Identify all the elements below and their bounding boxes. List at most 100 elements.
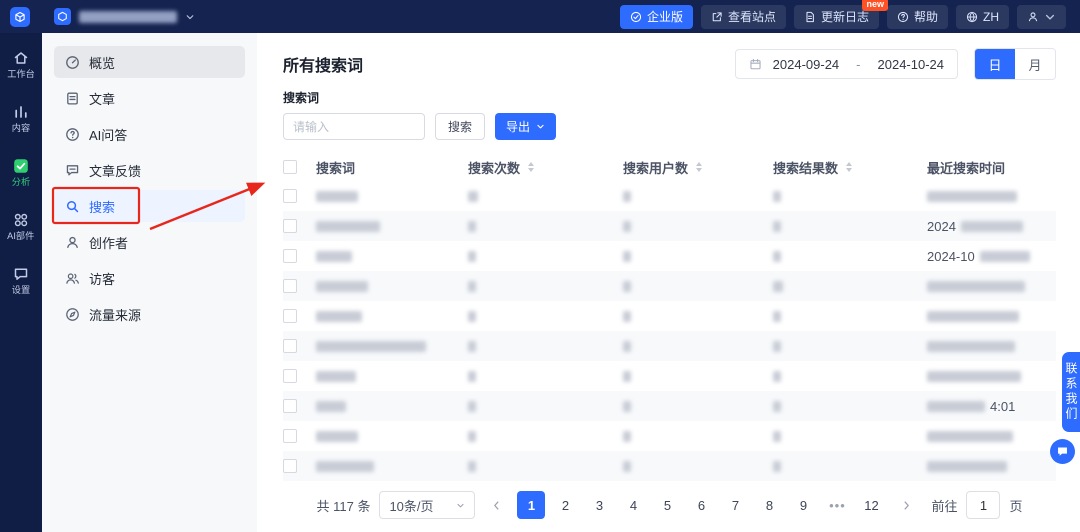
sidebar-item-search[interactable]: 搜索 [54,190,245,222]
help-label: 帮助 [913,10,938,24]
redacted-search-count [468,220,476,232]
row-checkbox[interactable] [283,399,297,413]
rail-item-analysis[interactable]: 分析 [0,151,42,195]
table-row [283,271,1056,301]
redacted-result-count [773,430,781,442]
next-page-button[interactable] [894,491,918,519]
redacted-result-count [773,310,781,322]
check-circle-icon [630,11,642,23]
prev-page-button[interactable] [484,491,508,519]
page-button-5[interactable]: 5 [653,491,681,519]
page-button-4[interactable]: 4 [619,491,647,519]
rail-item-workbench[interactable]: 工作台 [0,43,42,87]
date-start: 2024-09-24 [772,56,840,72]
rail-item-settings[interactable]: 设置 [0,259,42,303]
workspace-icon [54,8,71,25]
time-text: 2024-10 [927,248,975,264]
sidebar-item-article-feedback[interactable]: 文章反馈 [54,154,245,186]
search-users-cell [623,460,773,472]
sidebar-item-traffic-sources[interactable]: 流量来源 [54,298,245,330]
search-button[interactable]: 搜索 [435,113,486,140]
enterprise-version-button[interactable]: 企业版 [619,4,693,29]
search-term-cell [316,280,468,292]
page-button-8[interactable]: 8 [755,491,783,519]
rail-item-label: 设置 [11,285,31,296]
table-row [283,181,1056,211]
sort-icon[interactable] [696,162,703,172]
goto-page-input[interactable] [966,491,1001,519]
redacted-search-term [316,190,358,202]
sort-icon[interactable] [528,162,535,172]
search-count-cell [468,400,623,412]
search-count-cell [468,370,623,382]
sidebar-item-overview[interactable]: 概览 [54,46,245,78]
view-site-button[interactable]: 查看站点 [700,4,786,29]
language-button[interactable]: ZH [956,4,1009,29]
page-button-2[interactable]: 2 [551,491,579,519]
export-label: 导出 [506,120,531,134]
search-results-cell [773,280,927,292]
redacted-result-count [773,190,781,202]
page-button-1[interactable]: 1 [517,491,546,519]
select-all-checkbox[interactable] [283,160,297,174]
topbar-left [10,6,195,27]
row-checkbox-cell [283,309,316,323]
contact-widget: 联系我们 [1050,352,1080,464]
contact-us-button[interactable]: 联系我们 [1062,352,1080,432]
row-checkbox[interactable] [283,459,297,473]
search-term-input[interactable] [283,113,425,140]
page-size-select[interactable]: 10条/页 [379,491,476,519]
redacted-search-count [468,340,476,352]
sidebar-item-articles[interactable]: 文章 [54,82,245,114]
overview-icon [65,55,80,70]
redacted-search-count [468,250,476,262]
month-toggle-button[interactable]: 月 [1015,49,1055,79]
row-checkbox[interactable] [283,249,297,263]
rail-item-ai-widgets[interactable]: AI部件 [0,205,42,249]
day-toggle-button[interactable]: 日 [975,49,1015,79]
doc-icon [804,11,816,23]
sidebar-item-label: 流量来源 [89,307,142,323]
chevron-down-icon [1044,11,1056,23]
account-menu-button[interactable] [1017,4,1066,29]
page-button-12[interactable]: 12 [857,491,885,519]
sidebar-item-visitors[interactable]: 访客 [54,262,245,294]
workspace-switcher[interactable] [54,8,195,25]
page-ellipsis[interactable]: ••• [823,491,851,519]
row-checkbox[interactable] [283,339,297,353]
export-button[interactable]: 导出 [495,113,557,140]
table-header-row: 搜索词 搜索次数 搜索用户数 搜索结果数 最近搜索时间 [283,153,1056,181]
page-button-9[interactable]: 9 [789,491,817,519]
chat-bubble-button[interactable] [1050,439,1075,464]
column-header[interactable]: 搜索用户数 [623,158,773,177]
help-button[interactable]: 帮助 [886,4,948,29]
page-button-6[interactable]: 6 [687,491,715,519]
search-results-cell [773,340,927,352]
column-header[interactable]: 搜索结果数 [773,158,927,177]
row-checkbox[interactable] [283,369,297,383]
page-header: 所有搜索词 2024-09-24 - 2024-10-24 日 月 [283,48,1056,80]
sidebar-item-creators[interactable]: 创作者 [54,226,245,258]
row-checkbox[interactable] [283,429,297,443]
column-header[interactable]: 搜索次数 [468,158,623,177]
redacted-result-count [773,460,781,472]
row-checkbox[interactable] [283,279,297,293]
changelog-button[interactable]: 更新日志 new [793,0,888,29]
sidebar-item-ai-qa[interactable]: AI问答 [54,118,245,150]
date-range-picker[interactable]: 2024-09-24 - 2024-10-24 [734,49,958,79]
app-logo-icon[interactable] [10,6,30,27]
table-row: 2024 [283,211,1056,241]
redacted-search-term [316,220,380,232]
search-users-cell [623,280,773,292]
row-checkbox[interactable] [283,189,297,203]
page-button-7[interactable]: 7 [721,491,749,519]
rail-item-content[interactable]: 内容 [0,97,42,141]
workspace-name-redacted [79,10,177,23]
page-button-3[interactable]: 3 [585,491,613,519]
feedback-icon [65,163,80,178]
sort-icon[interactable] [846,162,853,172]
row-checkbox[interactable] [283,219,297,233]
row-checkbox[interactable] [283,309,297,323]
search-count-cell [468,220,623,232]
search-term-cell [316,460,468,472]
